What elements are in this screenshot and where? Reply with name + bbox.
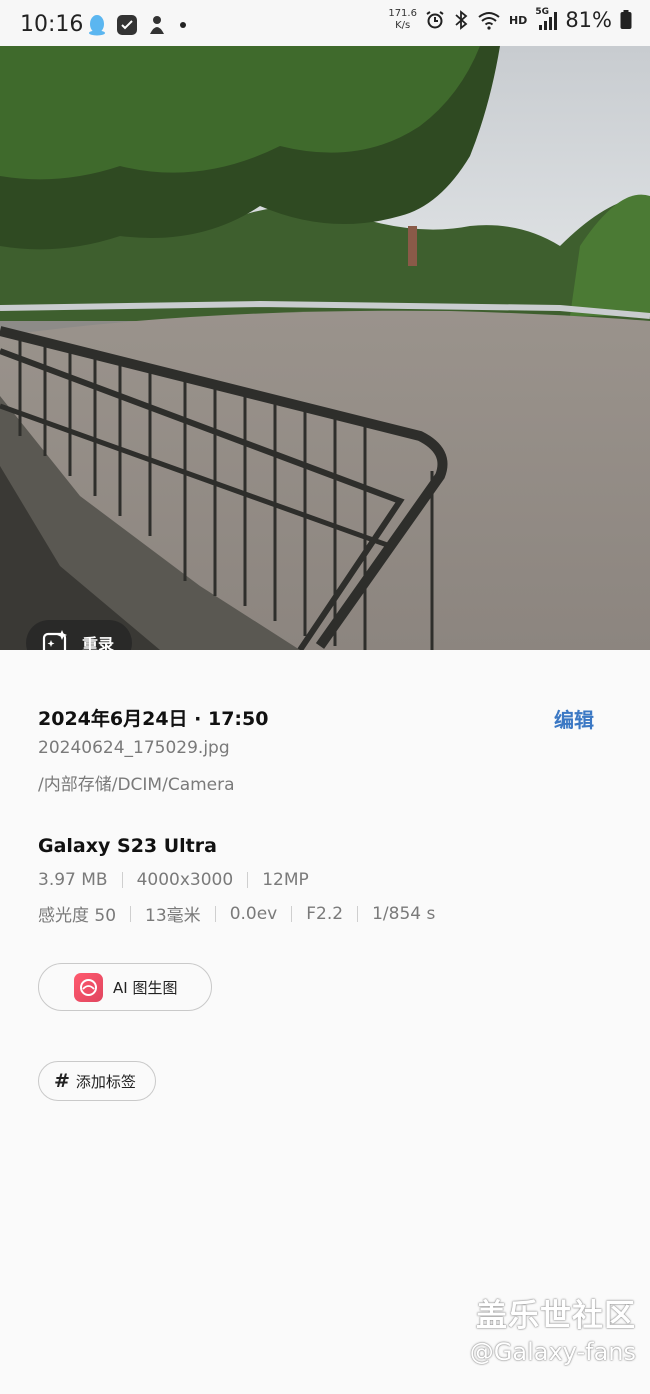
exposure-value: 0.0ev bbox=[229, 903, 278, 924]
divider bbox=[247, 872, 249, 888]
add-tag-label: 添加标签 bbox=[75, 1072, 136, 1091]
status-time: 10:16 bbox=[20, 12, 84, 37]
notification-icon bbox=[150, 16, 164, 34]
details-panel: 2024年6月24日 · 17:50 编辑 20240624_175029.jp… bbox=[0, 650, 650, 1394]
device-name: Galaxy S23 Ultra bbox=[38, 835, 217, 857]
remaster-label: 重录 bbox=[82, 635, 115, 650]
ai-image-label: AI 图生图 bbox=[113, 978, 178, 997]
file-size: 3.97 MB bbox=[38, 870, 108, 890]
file-path[interactable]: /内部存储/DCIM/Camera bbox=[38, 770, 235, 795]
divider bbox=[291, 905, 293, 922]
signal-bars-icon bbox=[539, 12, 558, 30]
battery-percent: 81% bbox=[565, 8, 612, 32]
add-tag-button[interactable]: # 添加标签 bbox=[38, 1061, 156, 1101]
divider bbox=[121, 872, 123, 888]
status-bar: 10:16 171.6 K/s HD 5G 81% bbox=[0, 0, 650, 46]
speed-unit: K/s bbox=[395, 20, 411, 31]
ai-image-button[interactable]: AI 图生图 bbox=[38, 963, 212, 1011]
aperture: F2.2 bbox=[306, 903, 344, 924]
hash-icon: # bbox=[54, 1070, 70, 1092]
chimney bbox=[408, 226, 417, 266]
edit-button[interactable]: 编辑 bbox=[554, 704, 594, 733]
watermark-community: 盖乐世社区 bbox=[476, 1298, 636, 1334]
shutter-speed: 1/854 s bbox=[372, 903, 436, 924]
divider bbox=[130, 905, 132, 922]
sparkle-edit-icon bbox=[42, 630, 67, 650]
more-dot bbox=[180, 22, 186, 28]
signal-icon: 5G bbox=[535, 7, 558, 31]
bluetooth-icon bbox=[455, 10, 468, 30]
network-speed: 171.6 K/s bbox=[388, 8, 417, 32]
photo-image bbox=[0, 46, 650, 650]
qq-icon bbox=[89, 15, 105, 36]
app-icon bbox=[117, 15, 137, 35]
megapixels: 12MP bbox=[262, 870, 309, 890]
battery-icon bbox=[620, 10, 632, 29]
hd-indicator: HD bbox=[508, 13, 528, 27]
notification-icons bbox=[86, 14, 186, 36]
focal-length: 13毫米 bbox=[145, 906, 201, 926]
wifi-icon bbox=[478, 12, 500, 30]
resolution: 4000x3000 bbox=[136, 870, 234, 890]
alarm-icon bbox=[426, 11, 444, 29]
iso: 感光度 50 bbox=[38, 906, 117, 926]
file-name: 20240624_175029.jpg bbox=[38, 738, 230, 758]
watermark-handle: @Galaxy-fans bbox=[469, 1338, 636, 1366]
exif-meta-row: 感光度 50 13毫米 0.0ev F2.2 1/854 s bbox=[38, 901, 436, 927]
date-title: 2024年6月24日 · 17:50 bbox=[38, 708, 269, 730]
divider bbox=[214, 905, 216, 922]
speed-value: 171.6 bbox=[388, 8, 417, 19]
ai-image-icon bbox=[74, 972, 103, 1002]
photo-view[interactable]: 重录 bbox=[0, 46, 650, 650]
status-right: 171.6 K/s HD 5G 81% bbox=[388, 7, 632, 32]
file-meta-row: 3.97 MB 4000x3000 12MP bbox=[38, 870, 309, 890]
divider bbox=[357, 905, 359, 922]
remaster-button[interactable]: 重录 bbox=[26, 620, 132, 650]
